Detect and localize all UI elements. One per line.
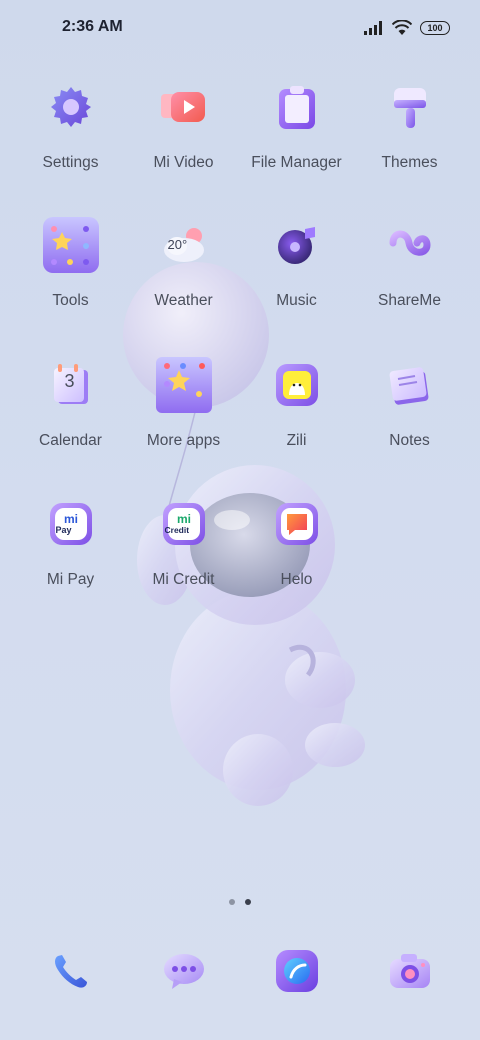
dock-browser[interactable] — [240, 940, 353, 1020]
page-dot-2[interactable] — [245, 899, 251, 905]
messages-icon — [153, 940, 215, 1002]
app-label: Tools — [52, 292, 89, 309]
app-label: Mi Pay — [46, 571, 95, 588]
calendar-day: 3 — [64, 371, 75, 391]
mi-pay-icon: mi Pay — [40, 493, 102, 555]
mi-credit-icon: mi Credit — [153, 493, 215, 555]
app-label: Zili — [286, 432, 307, 449]
app-label: Mi Credit — [152, 571, 215, 588]
zili-icon — [266, 354, 328, 416]
camera-icon — [379, 940, 441, 1002]
status-bar: 2:36 AM 100 — [0, 0, 480, 56]
tools-folder-icon — [40, 214, 102, 276]
svg-text:mi: mi — [177, 512, 191, 526]
app-shareme[interactable]: ShareMe — [353, 214, 466, 334]
dock — [0, 940, 480, 1020]
app-label: Calendar — [39, 432, 102, 449]
shareme-icon — [379, 214, 441, 276]
app-label: ShareMe — [378, 292, 441, 309]
calendar-icon: 3 — [40, 354, 102, 416]
app-more-apps[interactable]: More apps — [127, 354, 240, 474]
app-helo[interactable]: Helo — [240, 493, 353, 613]
browser-icon — [266, 940, 328, 1002]
app-file-manager[interactable]: File Manager — [240, 76, 353, 196]
themes-icon — [379, 76, 441, 138]
app-label: Helo — [280, 571, 313, 588]
app-label: More apps — [146, 432, 221, 449]
battery-icon: 100 — [420, 21, 450, 35]
phone-icon — [40, 940, 102, 1002]
settings-icon — [40, 76, 102, 138]
app-music[interactable]: Music — [240, 214, 353, 334]
app-weather[interactable]: 20° Weather — [127, 214, 240, 334]
app-label: Music — [276, 292, 317, 309]
music-icon — [266, 214, 328, 276]
notes-icon — [379, 354, 441, 416]
status-icons: 100 — [364, 18, 450, 38]
helo-icon — [266, 493, 328, 555]
app-mi-credit[interactable]: mi Credit Mi Credit — [127, 493, 240, 613]
page-dot-1[interactable] — [229, 899, 235, 905]
signal-icon — [364, 21, 382, 35]
app-label: Mi Video — [153, 154, 214, 171]
clock: 2:36 AM — [62, 18, 123, 35]
svg-text:mi: mi — [64, 512, 78, 526]
dock-phone[interactable] — [14, 940, 127, 1020]
app-mi-pay[interactable]: mi Pay Mi Pay — [14, 493, 127, 613]
dock-messages[interactable] — [127, 940, 240, 1020]
app-label: Themes — [381, 154, 438, 171]
app-label: Weather — [154, 292, 213, 309]
app-notes[interactable]: Notes — [353, 354, 466, 474]
app-label: Notes — [389, 432, 430, 449]
app-label: Settings — [42, 154, 99, 171]
weather-icon: 20° — [153, 214, 215, 276]
app-calendar[interactable]: 3 Calendar — [14, 354, 127, 474]
mi-credit-text: Credit — [164, 525, 190, 535]
app-themes[interactable]: Themes — [353, 76, 466, 196]
mi-pay-text: Pay — [55, 525, 72, 535]
page-indicator[interactable] — [0, 899, 480, 905]
mi-video-icon — [153, 76, 215, 138]
app-zili[interactable]: Zili — [240, 354, 353, 474]
app-tools[interactable]: Tools — [14, 214, 127, 334]
app-label: File Manager — [251, 154, 342, 171]
wifi-icon — [392, 20, 412, 35]
file-manager-icon — [266, 76, 328, 138]
weather-temp: 20° — [167, 237, 188, 252]
app-settings[interactable]: Settings — [14, 76, 127, 196]
dock-camera[interactable] — [353, 940, 466, 1020]
more-apps-folder-icon — [153, 354, 215, 416]
app-mi-video[interactable]: Mi Video — [127, 76, 240, 196]
